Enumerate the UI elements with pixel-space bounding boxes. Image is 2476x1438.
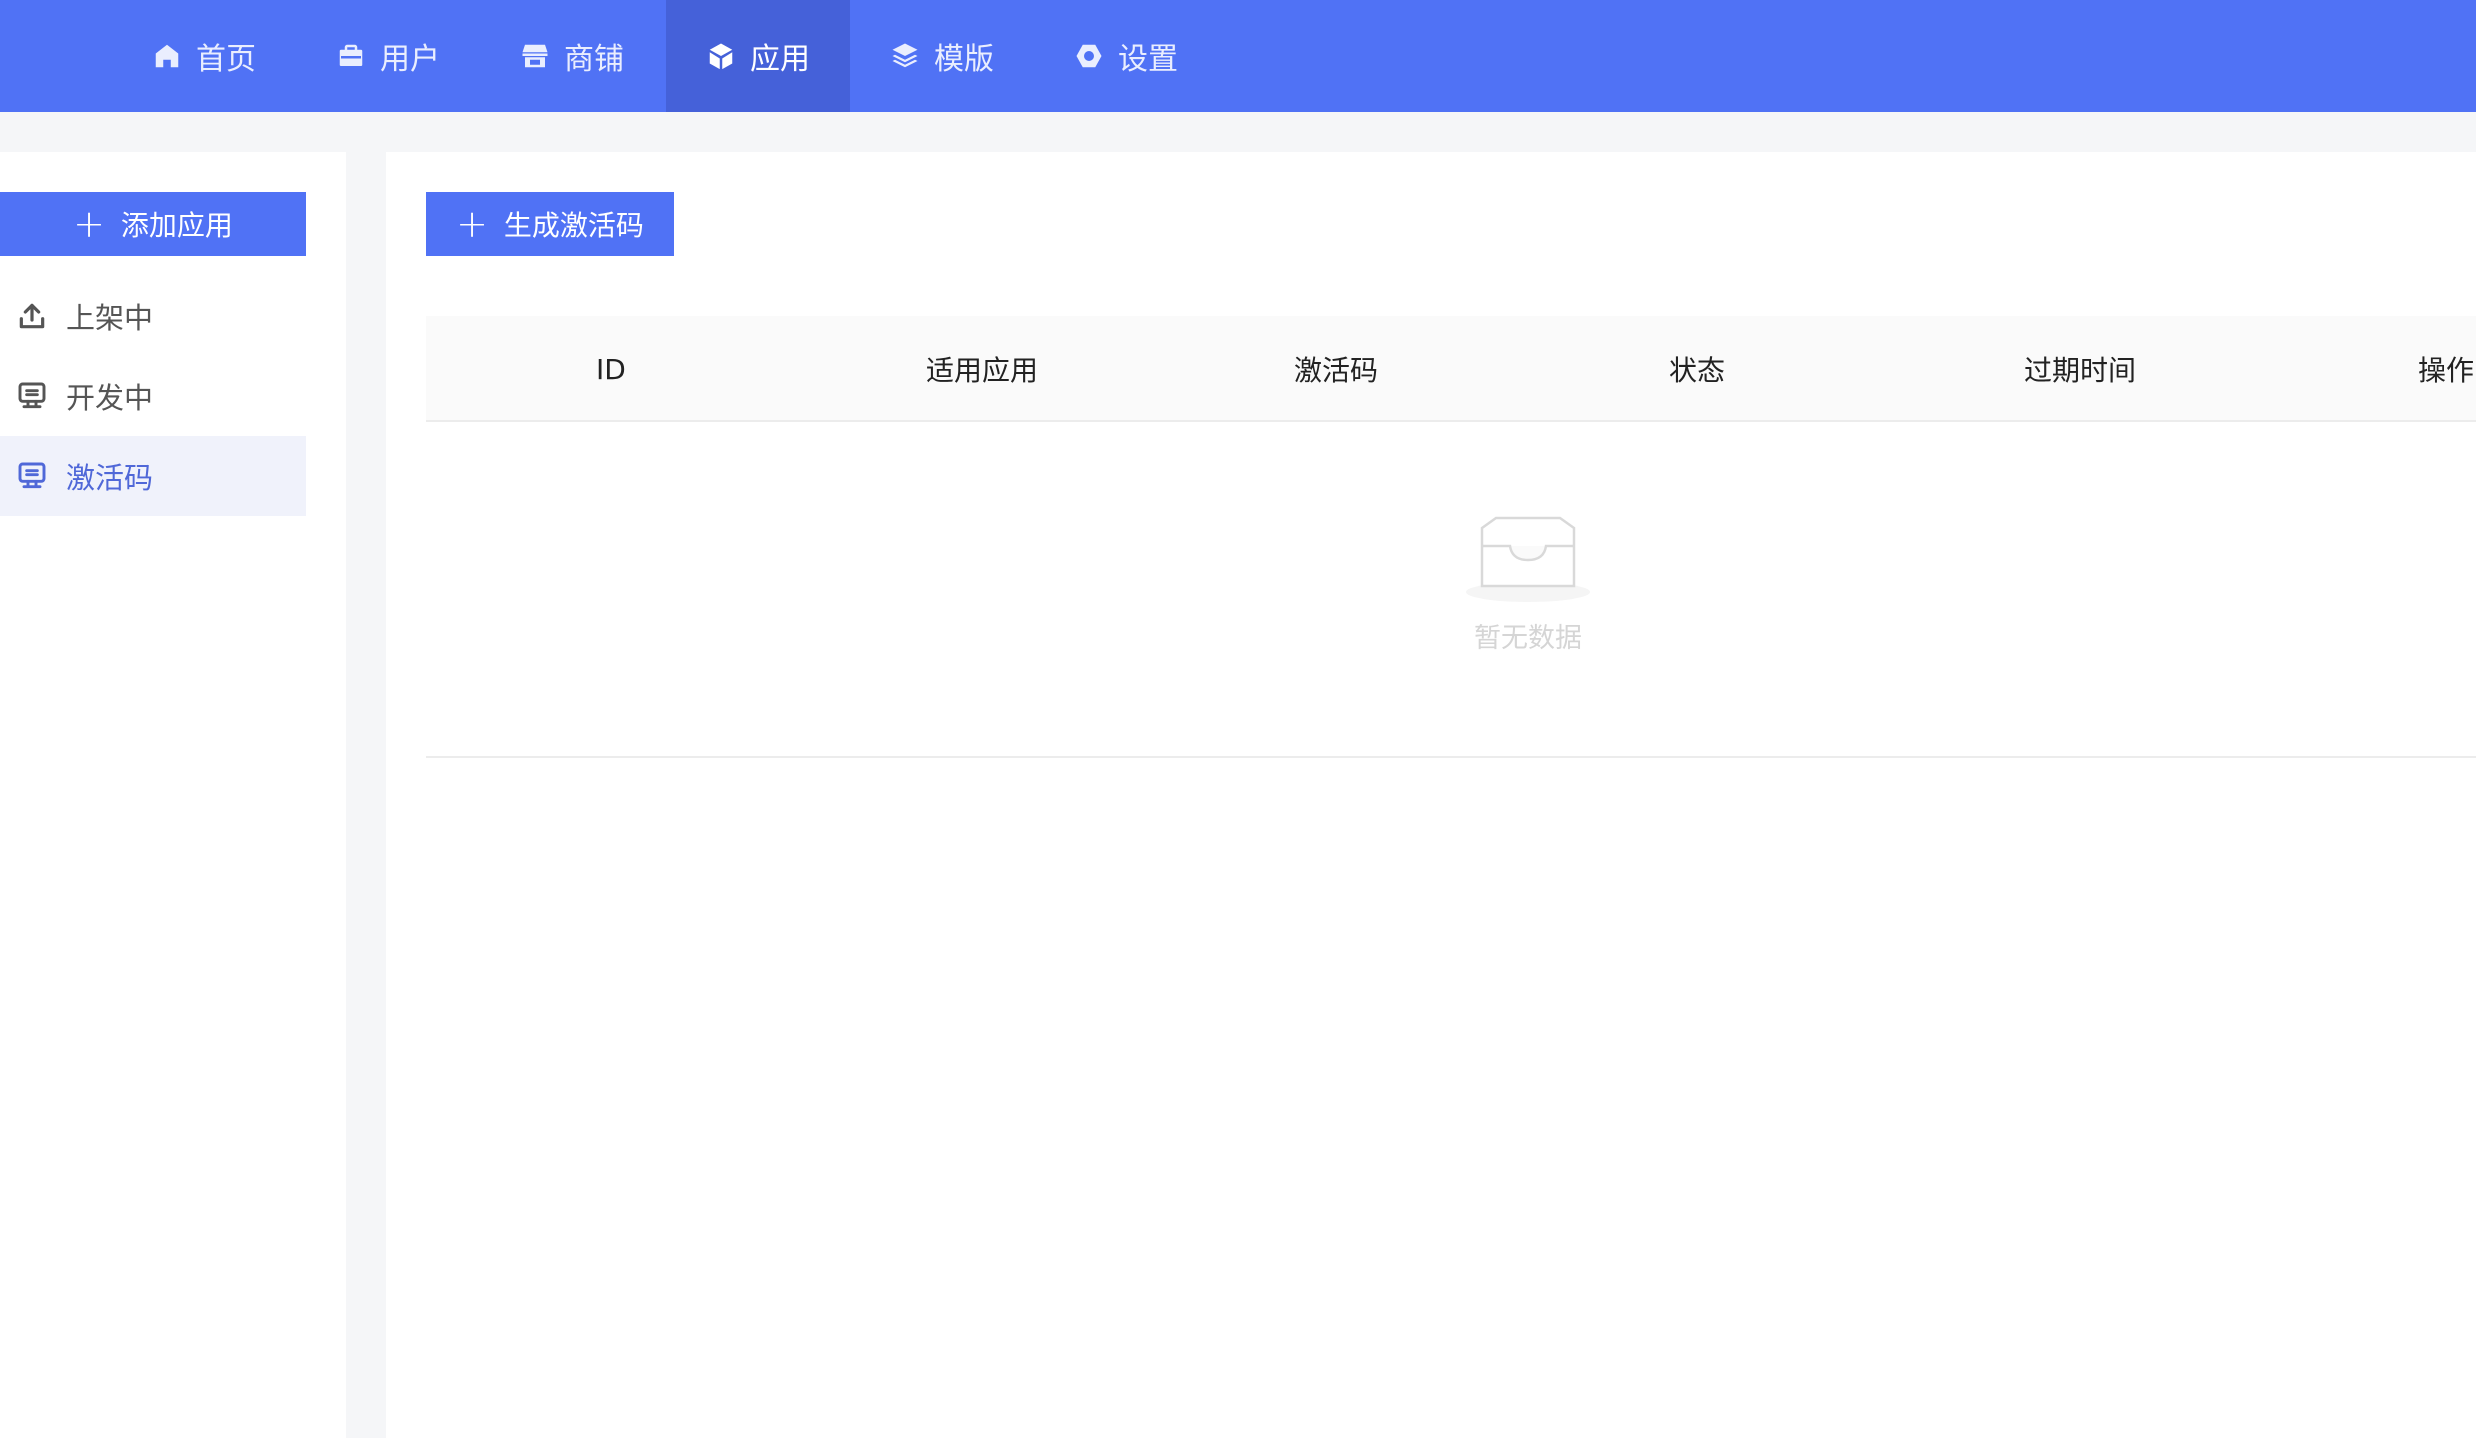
nav-item-templates[interactable]: 模版 (878, 0, 1006, 112)
plus-icon: + (456, 202, 488, 246)
sidebar: + 添加应用 上架中 开发中 激活码 (0, 152, 346, 1438)
nav-item-home[interactable]: 首页 (140, 0, 268, 112)
table-empty-divider (426, 756, 2476, 758)
layers-icon (892, 43, 918, 68)
main-content: + 生成激活码 ID 适用应用 激活码 状态 过期时间 操作 (386, 152, 2476, 1438)
monitor-icon (18, 462, 46, 489)
generate-code-button[interactable]: + 生成激活码 (426, 192, 674, 256)
nav-item-label: 应用 (750, 42, 810, 77)
monitor-icon (18, 382, 46, 409)
nav-item-label: 设置 (1118, 42, 1178, 77)
column-header-code: 激活码 (1294, 354, 1379, 387)
home-icon (155, 44, 179, 68)
nav-item-users[interactable]: 用户 (324, 0, 452, 112)
nav-item-settings[interactable]: 设置 (1062, 0, 1190, 112)
generate-code-label: 生成激活码 (503, 209, 644, 242)
add-app-button[interactable]: + 添加应用 (0, 192, 306, 256)
nav-item-label: 首页 (196, 42, 256, 77)
column-header-app: 适用应用 (926, 354, 1039, 387)
sidebar-item-label: 激活码 (66, 461, 154, 495)
sidebar-item-activation-codes[interactable]: 激活码 (0, 436, 306, 516)
nav-item-stores[interactable]: 商铺 (508, 0, 636, 112)
nav-item-label: 商铺 (564, 42, 624, 77)
sidebar-item-listed[interactable]: 上架中 (0, 276, 306, 356)
column-header-actions: 操作 (2418, 354, 2475, 387)
sidebar-item-label: 上架中 (66, 301, 154, 335)
column-header-status: 状态 (1669, 354, 1726, 387)
top-nav: 首页 用户 商铺 应用 模版 设置 (0, 0, 2476, 112)
plus-icon: + (73, 202, 105, 246)
table-header: ID 适用应用 激活码 状态 过期时间 操作 (426, 316, 2476, 422)
nav-item-apps[interactable]: 应用 (666, 0, 850, 112)
nav-item-label: 模版 (934, 42, 994, 77)
sidebar-item-label: 开发中 (66, 381, 154, 415)
add-app-label: 添加应用 (120, 209, 233, 242)
upload-icon (19, 303, 45, 329)
empty-state-text: 暂无数据 (1474, 623, 1582, 654)
store-icon (522, 44, 548, 68)
column-header-expiry: 过期时间 (2024, 354, 2137, 387)
gear-icon (1076, 44, 1102, 68)
nav-item-label: 用户 (380, 42, 440, 77)
column-header-id: ID (596, 352, 626, 386)
cube-icon (709, 43, 733, 70)
empty-inbox-icon (1466, 516, 1590, 602)
briefcase-icon (339, 44, 363, 66)
sidebar-item-developing[interactable]: 开发中 (0, 356, 306, 436)
